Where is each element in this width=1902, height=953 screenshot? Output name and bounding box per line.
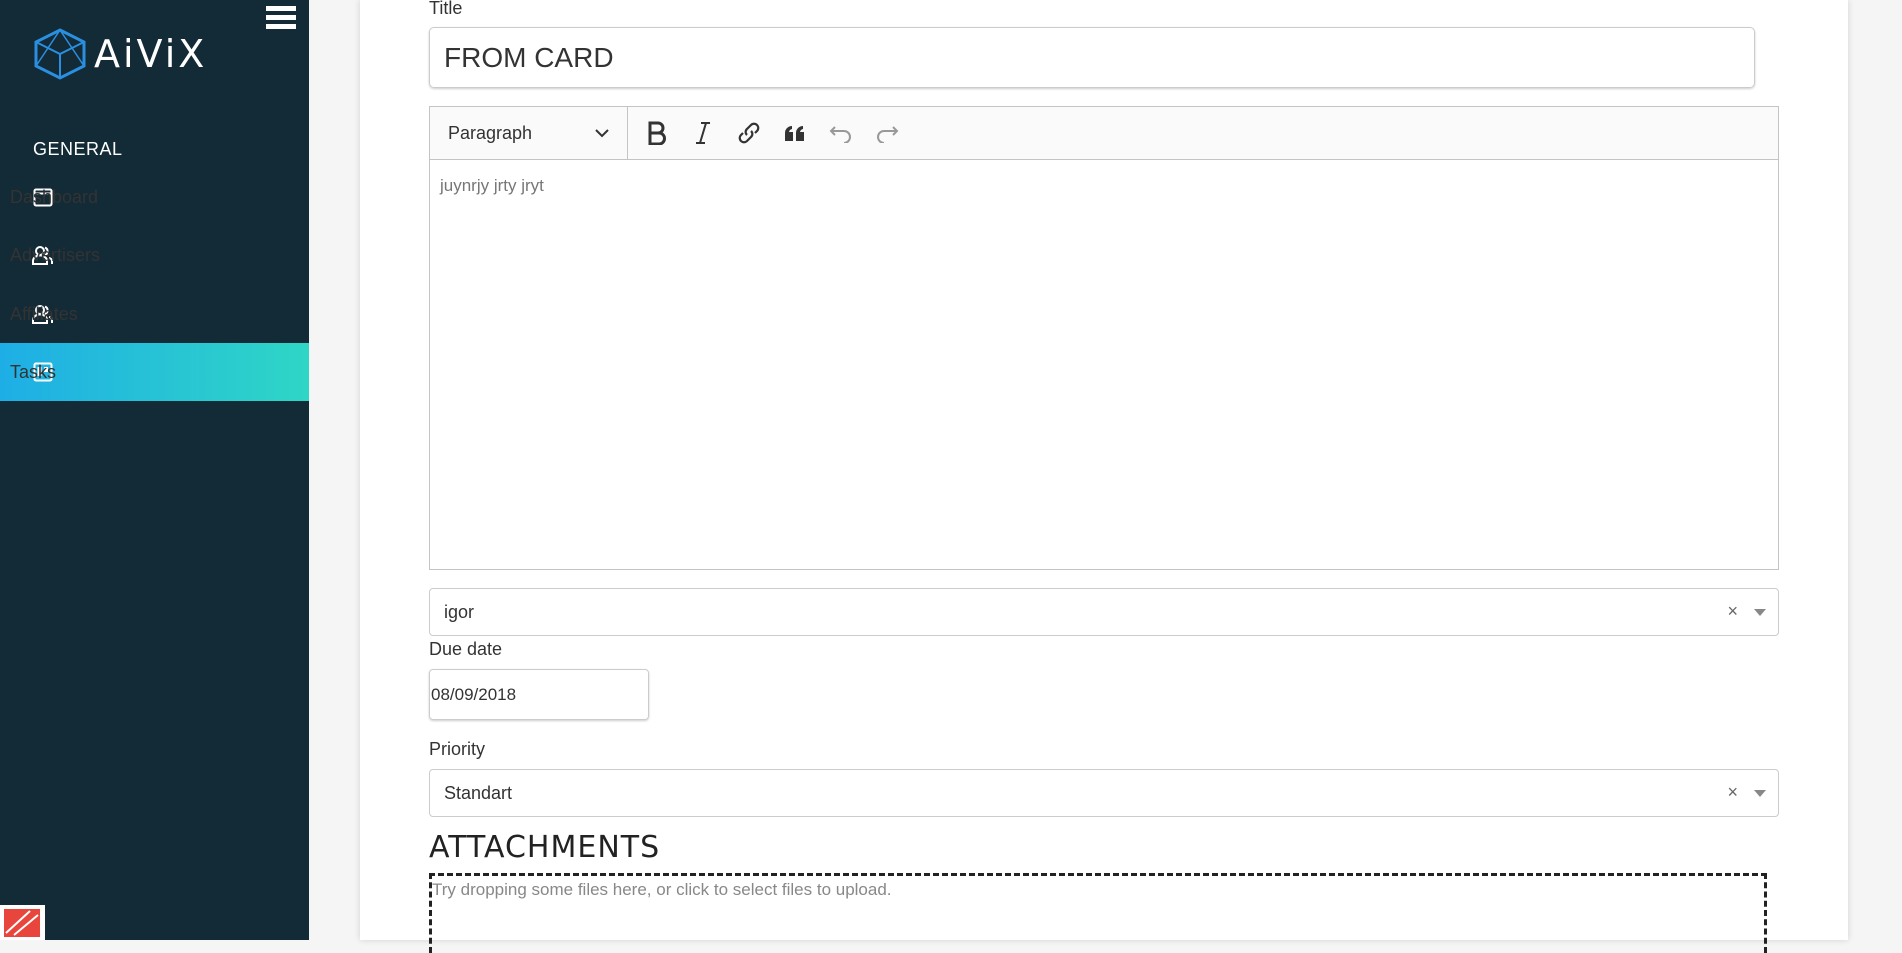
priority-value: Standart bbox=[444, 782, 513, 803]
sidebar-section-label: GENERAL bbox=[33, 139, 123, 159]
due-date-input[interactable]: 08/09/2018 bbox=[429, 669, 649, 720]
paragraph-format-dropdown[interactable]: Paragraph bbox=[430, 107, 628, 159]
brand-name: AiViX bbox=[94, 32, 208, 76]
brand-logo[interactable]: AiViX bbox=[32, 28, 207, 80]
app-badge-icon[interactable] bbox=[0, 905, 45, 940]
sidebar: AiViX GENERAL Dashboard Advertisers Affi… bbox=[0, 0, 309, 940]
link-button[interactable] bbox=[726, 110, 772, 156]
title-label: Title bbox=[429, 0, 463, 18]
dropzone-hint: Try dropping some files here, or click t… bbox=[432, 880, 892, 899]
bold-button[interactable] bbox=[634, 110, 680, 156]
menu-toggle-icon[interactable] bbox=[266, 6, 296, 36]
priority-label: Priority bbox=[429, 739, 486, 759]
rich-text-editor: Paragraph juynrjy jrty jryt bbox=[429, 106, 1779, 570]
assignee-select[interactable]: igor × bbox=[429, 588, 1779, 636]
redo-button[interactable] bbox=[864, 110, 910, 156]
sidebar-item-dashboard[interactable]: Dashboard bbox=[0, 168, 309, 226]
priority-select[interactable]: Standart × bbox=[429, 769, 1779, 817]
sidebar-item-advertisers[interactable]: Advertisers bbox=[0, 226, 309, 284]
quote-icon bbox=[785, 126, 804, 141]
sidebar-item-label: Dashboard bbox=[10, 186, 99, 207]
blockquote-button[interactable] bbox=[772, 110, 818, 156]
clear-priority-icon[interactable]: × bbox=[1727, 782, 1738, 803]
sidebar-item-label: Advertisers bbox=[10, 244, 101, 265]
undo-icon bbox=[829, 126, 851, 143]
redo-icon bbox=[877, 126, 899, 143]
italic-icon bbox=[696, 122, 710, 144]
caret-down-icon[interactable] bbox=[1754, 609, 1766, 616]
chevron-down-icon bbox=[595, 129, 609, 138]
assignee-value: igor bbox=[444, 601, 475, 622]
sidebar-item-label: Affiliates bbox=[10, 303, 78, 324]
file-dropzone[interactable]: Try dropping some files here, or click t… bbox=[429, 873, 1767, 953]
sidebar-item-label: Tasks bbox=[10, 361, 57, 382]
link-icon bbox=[738, 122, 760, 144]
editor-content[interactable]: juynrjy jrty jryt bbox=[430, 160, 1778, 212]
caret-down-icon[interactable] bbox=[1754, 790, 1766, 797]
italic-button[interactable] bbox=[680, 110, 726, 156]
editor-toolbar: Paragraph bbox=[430, 107, 1778, 160]
attachments-heading: ATTACHMENTS bbox=[429, 830, 661, 865]
sidebar-item-tasks[interactable]: Tasks bbox=[0, 343, 309, 401]
due-date-label: Due date bbox=[429, 639, 503, 659]
title-input[interactable]: FROM CARD bbox=[429, 27, 1755, 88]
undo-button[interactable] bbox=[818, 110, 864, 156]
logo-icon bbox=[34, 28, 86, 80]
clear-assignee-icon[interactable]: × bbox=[1727, 601, 1738, 622]
bold-icon bbox=[648, 121, 666, 145]
sidebar-item-affiliates[interactable]: Affiliates bbox=[0, 285, 309, 343]
paragraph-format-label: Paragraph bbox=[448, 122, 533, 143]
